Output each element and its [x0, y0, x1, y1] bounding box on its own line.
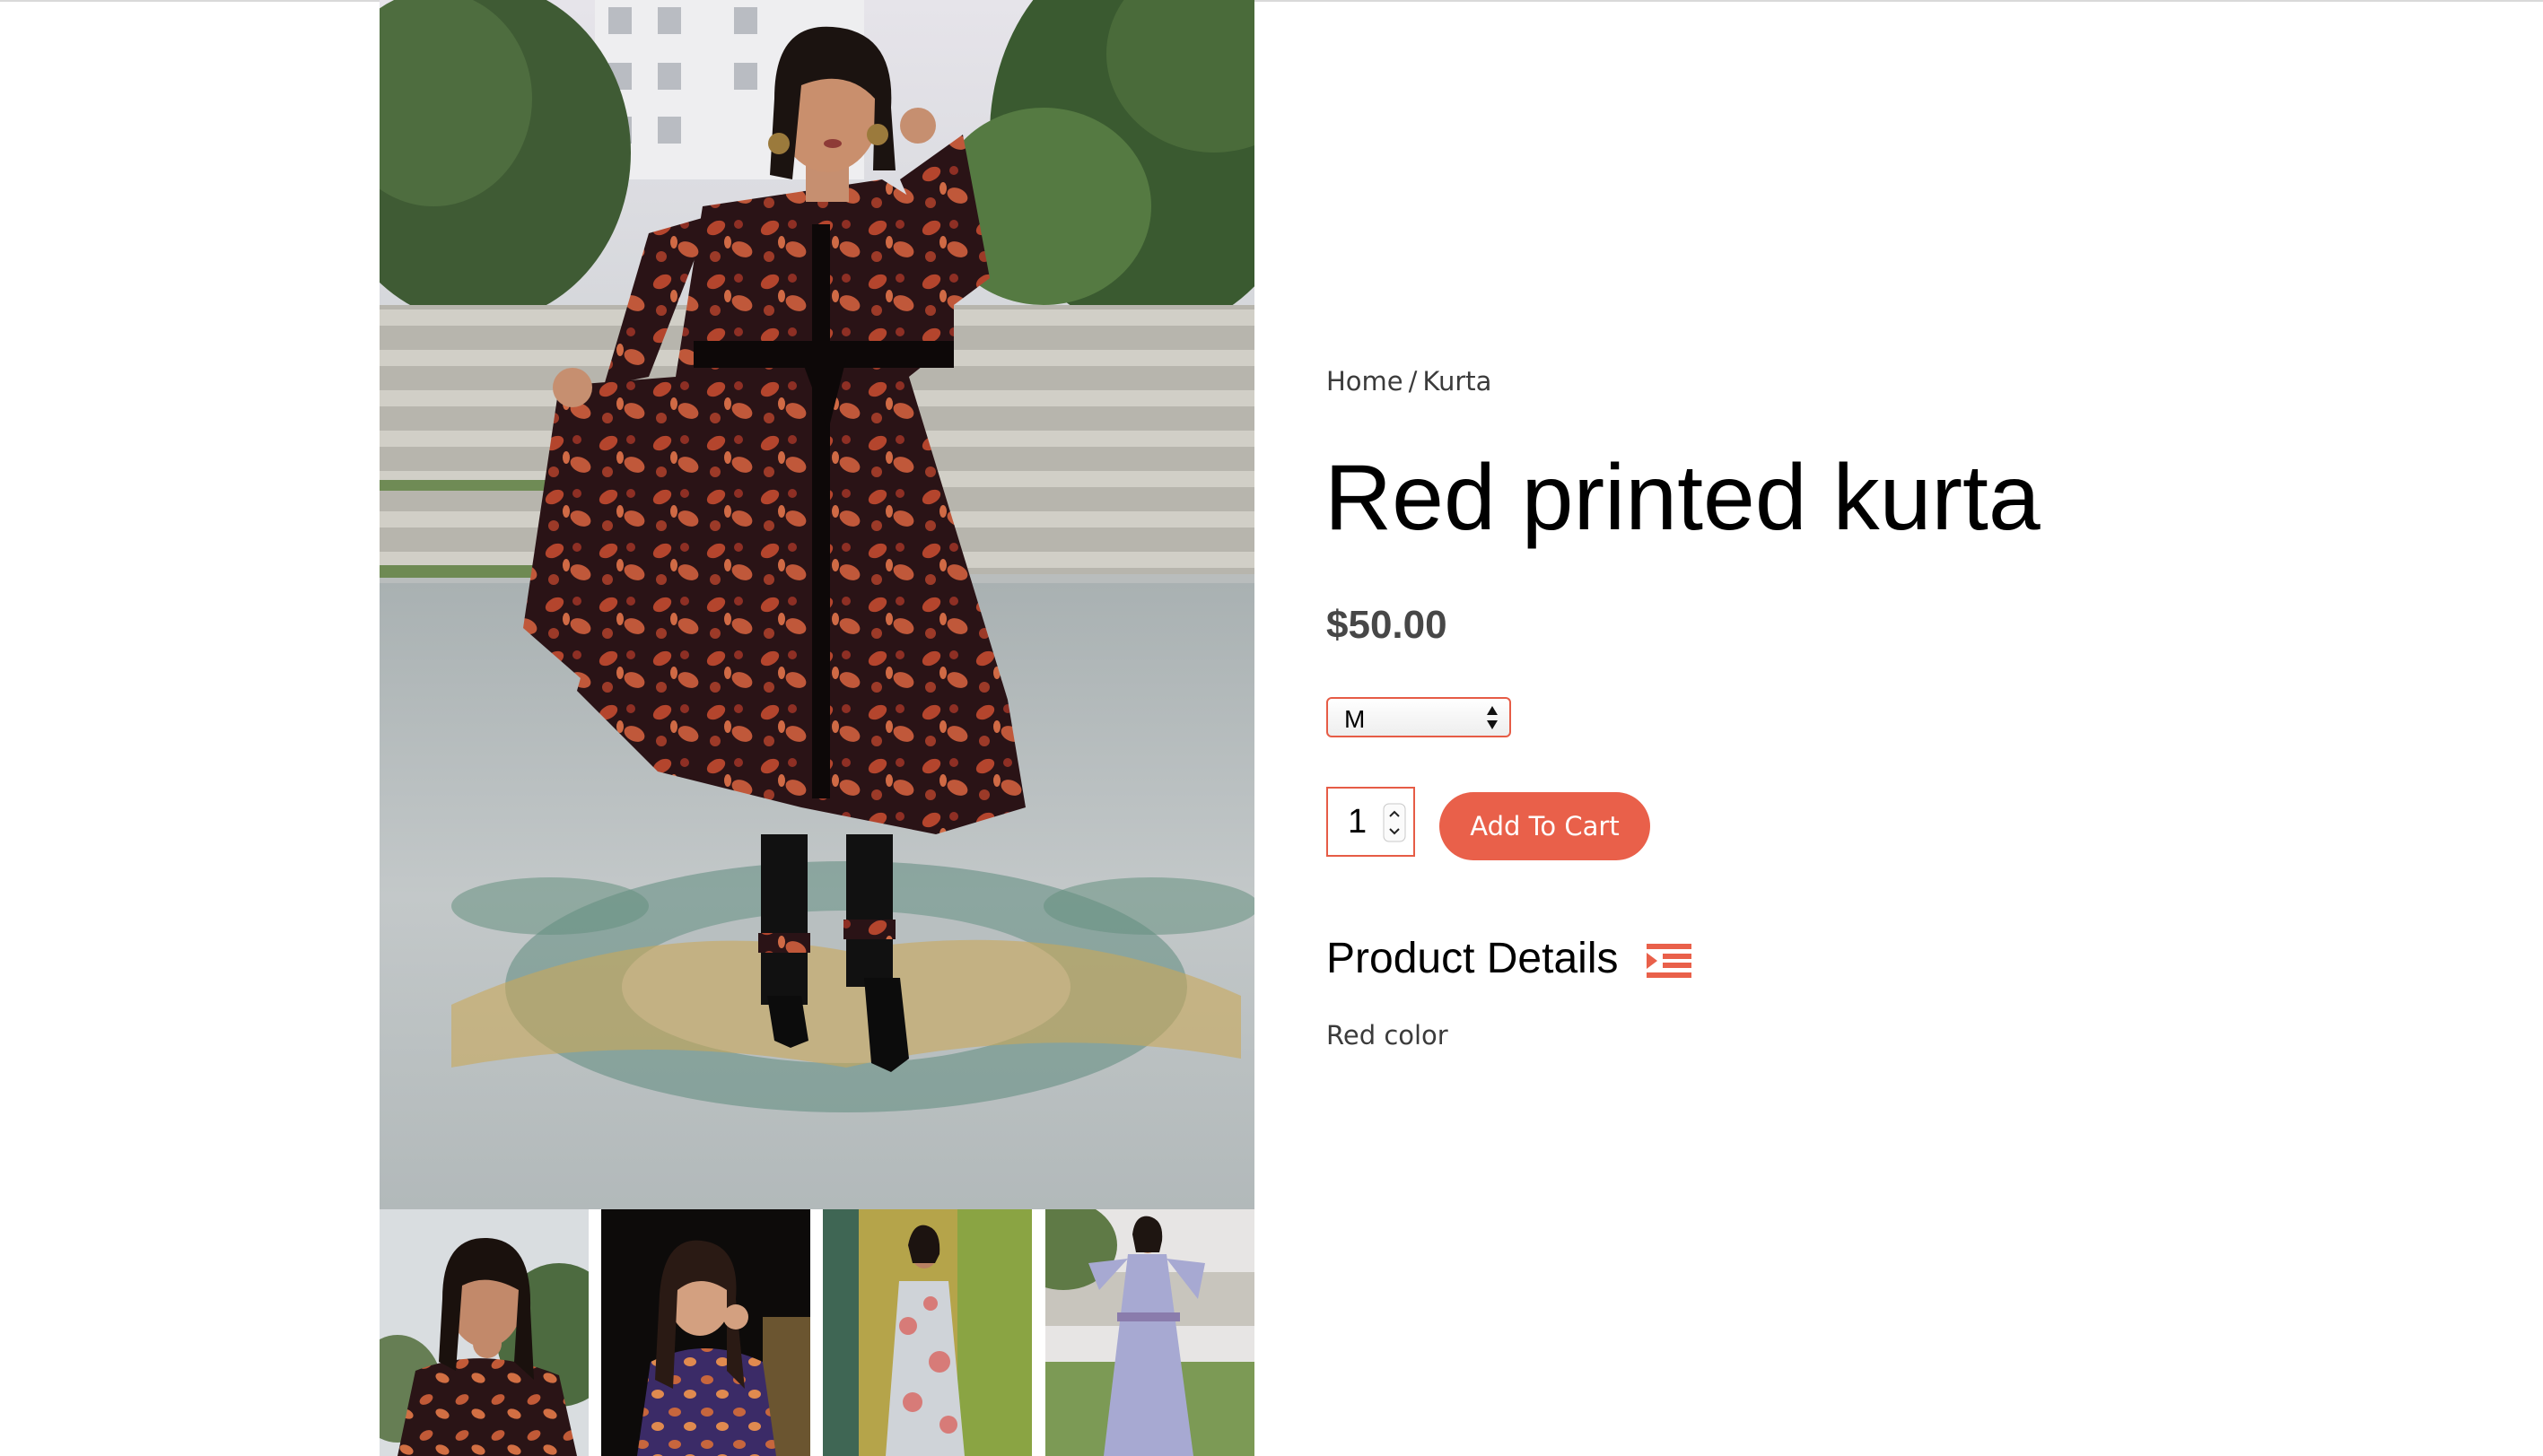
- quantity-stepper[interactable]: 1: [1326, 787, 1415, 857]
- breadcrumb-home-link[interactable]: Home: [1326, 366, 1403, 397]
- product-info: Home / Kurta Red printed kurta $50.00 M 1 …: [1324, 0, 2403, 1456]
- product-gallery: [380, 0, 1254, 1456]
- stepper-arrows-icon[interactable]: [1383, 803, 1406, 842]
- product-price: $50.00: [1326, 603, 1447, 647]
- breadcrumb: Home / Kurta: [1326, 366, 1491, 397]
- product-details-text: Red color: [1326, 1020, 1448, 1051]
- breadcrumb-category-link[interactable]: Kurta: [1422, 366, 1491, 397]
- main-product-image[interactable]: [380, 0, 1254, 1209]
- add-to-cart-button[interactable]: Add To Cart: [1439, 792, 1650, 860]
- breadcrumb-separator: /: [1408, 366, 1418, 397]
- select-arrows-icon: [1486, 704, 1499, 736]
- product-title: Red printed kurta: [1324, 446, 2041, 550]
- thumbnail-4[interactable]: [1045, 1209, 1254, 1456]
- product-details-heading: Product Details: [1326, 935, 1619, 982]
- size-select-value: M: [1344, 705, 1366, 733]
- thumbnail-1[interactable]: [380, 1209, 589, 1456]
- size-select[interactable]: M: [1326, 697, 1511, 737]
- thumbnail-2[interactable]: [601, 1209, 810, 1456]
- indent-list-icon[interactable]: [1647, 944, 1691, 978]
- thumbnail-strip: [380, 1209, 1254, 1456]
- thumbnail-3[interactable]: [823, 1209, 1032, 1456]
- quantity-value[interactable]: 1: [1348, 803, 1367, 841]
